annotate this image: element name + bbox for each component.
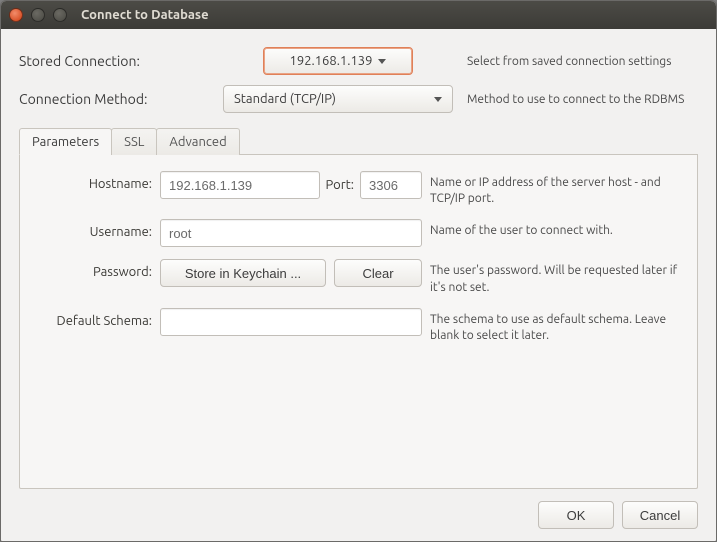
default-schema-input[interactable] [160,308,422,336]
connection-method-value: Standard (TCP/IP) [234,92,336,106]
port-input[interactable] [360,171,422,199]
password-label: Password: [34,259,152,279]
dialog-window: Connect to Database Stored Connection: 1… [0,0,717,542]
tabbar: Parameters SSL Advanced [19,127,698,155]
tab-ssl[interactable]: SSL [111,128,157,155]
hostname-input[interactable] [160,171,320,199]
chevron-down-icon [434,97,442,102]
dialog-footer: OK Cancel [19,489,698,529]
connection-method-label: Connection Method: [19,91,209,107]
titlebar: Connect to Database [1,1,716,29]
hostname-desc: Name or IP address of the server host - … [430,171,683,207]
clear-password-button[interactable]: Clear [334,259,422,287]
password-desc: The user's password. Will be requested l… [430,259,683,295]
username-label: Username: [34,219,152,239]
hostname-label: Hostname: [34,171,152,191]
tab-parameters[interactable]: Parameters [19,128,112,155]
parameters-panel: Hostname: Port: Name or IP address of th… [19,155,698,489]
store-keychain-button[interactable]: Store in Keychain ... [160,259,326,287]
close-icon[interactable] [9,8,23,22]
minimize-icon[interactable] [31,8,45,22]
window-title: Connect to Database [81,8,209,22]
ok-button[interactable]: OK [538,501,614,529]
tab-advanced[interactable]: Advanced [156,128,239,155]
stored-connection-value: 192.168.1.139 [290,54,373,68]
stored-connection-desc: Select from saved connection settings [467,55,698,68]
username-desc: Name of the user to connect with. [430,219,683,239]
connection-method-combo[interactable]: Standard (TCP/IP) [223,85,453,113]
default-schema-desc: The schema to use as default schema. Lea… [430,308,683,344]
dialog-content: Stored Connection: 192.168.1.139 Select … [1,29,716,541]
connection-method-desc: Method to use to connect to the RDBMS [467,93,698,106]
default-schema-label: Default Schema: [34,308,152,328]
stored-connection-label: Stored Connection: [19,53,209,69]
stored-connection-combo[interactable]: 192.168.1.139 [263,47,413,75]
username-input[interactable] [160,219,422,247]
chevron-down-icon [378,59,386,64]
port-label: Port: [326,178,354,192]
cancel-button[interactable]: Cancel [622,501,698,529]
maximize-icon[interactable] [53,8,67,22]
